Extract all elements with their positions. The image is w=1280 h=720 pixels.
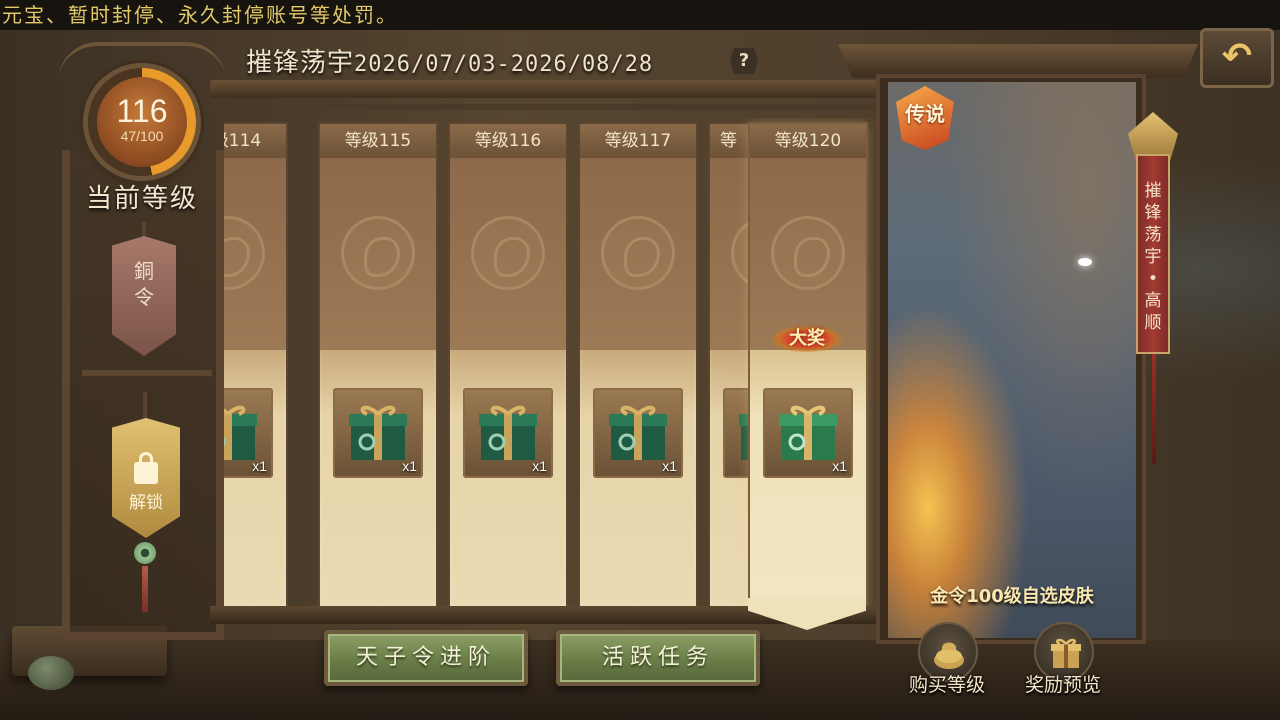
level-card-title: 等级117 (580, 124, 696, 158)
card-upper-area (320, 158, 436, 350)
event-title: 摧锋荡宇2026/07/03-2026/08/28 (246, 42, 653, 79)
gift-icon (1051, 638, 1081, 668)
event-name: 摧锋荡宇 (246, 48, 355, 78)
card-upper-area (750, 158, 866, 350)
level-exp-text: 47/100 (120, 128, 164, 144)
level-card-title: 等级120 (750, 124, 866, 158)
back-button[interactable]: ↶ (1200, 28, 1274, 88)
banner-char: 锋 (1144, 203, 1162, 223)
gift-box-icon (779, 405, 837, 460)
level-card-title: 等级116 (450, 124, 566, 158)
preview-frame-top (838, 44, 1198, 78)
level-card[interactable]: 等级114 x1 (224, 124, 286, 610)
reward-slot[interactable]: x1 (224, 388, 273, 478)
level-card[interactable]: 等级115 x1 (320, 124, 436, 610)
reward-quantity: x1 (532, 458, 547, 474)
dragon-medal-icon (771, 216, 845, 290)
dragon-medal-icon (341, 216, 415, 290)
copper-tag-char-1: 銅 (134, 259, 154, 283)
back-arrow-icon: ↶ (1221, 36, 1253, 77)
gold-tag-string (143, 392, 147, 420)
banner-char: 宇 (1144, 247, 1162, 267)
dragon-medal-icon (224, 216, 265, 290)
current-level-label: 当前等级 (85, 184, 198, 214)
dragon-medal-icon (601, 216, 675, 290)
help-icon[interactable]: ? (730, 48, 758, 74)
banner-char: 荡 (1144, 225, 1162, 245)
reward-slot[interactable]: x1 (463, 388, 553, 478)
scroll-rail-bar (210, 104, 880, 110)
advance-pass-button[interactable]: 天子令进阶 (324, 630, 528, 686)
reward-quantity: x1 (252, 458, 267, 474)
buy-level-button[interactable]: 购买等级 (906, 620, 988, 710)
gift-box-icon (224, 405, 257, 460)
buy-level-label: 购买等级 (908, 674, 985, 696)
reward-preview-label: 奖励预览 (1024, 674, 1101, 696)
reward-quantity: x1 (662, 458, 677, 474)
banner-char: 摧 (1144, 181, 1162, 201)
reward-quantity: x1 (832, 458, 847, 474)
banner-char: 高 (1144, 291, 1162, 311)
reward-slot[interactable]: x1 (333, 388, 423, 478)
card-upper-area (224, 158, 286, 350)
level-card[interactable]: 等级117 x1 (580, 124, 696, 610)
card-upper-area (450, 158, 566, 350)
unlock-label: 解锁 (129, 493, 163, 513)
banner-char: • (1147, 269, 1159, 289)
copper-token-tab[interactable]: 銅 令 (112, 236, 176, 356)
jade-coin-icon (134, 542, 156, 564)
tassel-decoration (142, 566, 148, 612)
copper-tag-string (142, 222, 146, 238)
reward-quantity: x1 (402, 458, 417, 474)
skin-name-banner: 摧 锋 荡 宇 • 高 顺 (1136, 154, 1170, 354)
battle-pass-screen: 元宝、暂时封停、永久封停账号等处罚。 116 47/100 当前等级 銅 令 解… (0, 0, 1280, 720)
level-progress-ring: 116 47/100 (88, 68, 196, 176)
level-card-title: 等级114 (224, 124, 286, 158)
level-card-title: 等级115 (320, 124, 436, 158)
grand-prize-badge: 大奖 (772, 326, 842, 352)
copper-tag-char-2: 令 (134, 285, 154, 309)
unlock-gold-token-button[interactable]: 解锁 (112, 418, 180, 538)
reward-slot[interactable]: x1 (593, 388, 683, 478)
card-upper-area (580, 158, 696, 350)
skin-preview[interactable] (888, 82, 1136, 638)
level-badge: 116 47/100 (97, 77, 187, 167)
coin-bag-icon (934, 642, 964, 669)
gift-box-icon (479, 405, 537, 460)
reward-slot[interactable]: x1 (763, 388, 853, 478)
gift-box-icon (349, 405, 407, 460)
lock-icon (134, 452, 158, 484)
banner-char: 顺 (1144, 313, 1162, 333)
level-card-featured[interactable]: 等级120 x1 (750, 124, 866, 610)
reward-preview-button[interactable]: 奖励预览 (1022, 620, 1104, 710)
scroll-rail-top (210, 80, 880, 98)
gift-box-icon (609, 405, 667, 460)
level-card[interactable]: 等级116 x1 (450, 124, 566, 610)
sparkle (1078, 258, 1092, 266)
banner-rope (1152, 354, 1156, 464)
skin-caption: 金令100级自选皮肤 (930, 586, 1094, 607)
announcement-ticker: 元宝、暂时封停、永久封停账号等处罚。 (0, 0, 1280, 30)
current-level-number: 116 (116, 93, 168, 129)
dragon-medal-icon (471, 216, 545, 290)
active-tasks-button[interactable]: 活跃任务 (556, 630, 760, 686)
ticker-text: 元宝、暂时封停、永久封停账号等处罚。 (2, 3, 398, 27)
level-cards-list[interactable]: 等级114 x1 等级115 x1 等级116 x1 等级117 (224, 118, 884, 630)
event-dates: 2026/07/03-2026/08/28 (354, 52, 654, 77)
pot-decoration (28, 656, 74, 690)
